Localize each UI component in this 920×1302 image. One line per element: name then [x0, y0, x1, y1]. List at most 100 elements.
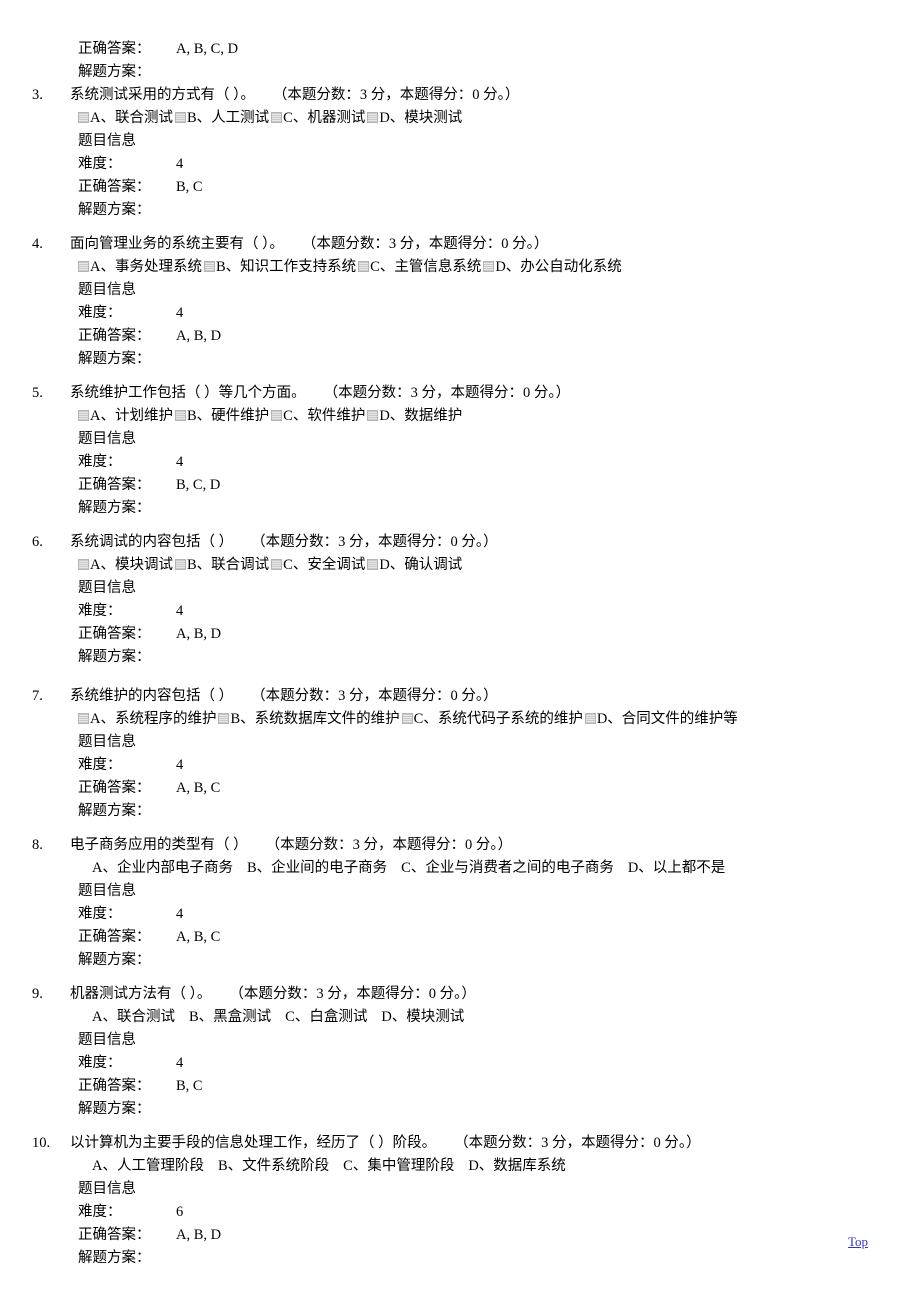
option-item[interactable]: D、合同文件的维护等: [584, 708, 738, 731]
option-item[interactable]: A、模块调试: [78, 554, 173, 577]
option-item[interactable]: D、模块测试: [381, 1006, 464, 1029]
option-item[interactable]: B、知识工作支持系统: [203, 256, 356, 279]
option-item[interactable]: B、人工测试: [174, 107, 269, 130]
checkbox-icon[interactable]: [367, 410, 379, 421]
difficulty-row: 难度： 4: [0, 451, 920, 474]
option-item[interactable]: C、安全调试: [271, 554, 365, 577]
option-label: B、联合调试: [186, 557, 270, 573]
option-item[interactable]: B、黑盒测试: [189, 1006, 271, 1029]
option-label: A、模块调试: [90, 557, 173, 573]
question-block: 7. 系统维护的内容包括（ ） （本题分数：3 分，本题得分：0 分。） A、系统程序…: [0, 685, 920, 834]
checkbox-icon[interactable]: [78, 112, 89, 123]
question-info-title: 题目信息: [78, 431, 136, 447]
checkbox-icon[interactable]: [271, 112, 283, 123]
correct-answer-row: 正确答案： A, B, D: [0, 325, 920, 348]
option-item[interactable]: A、企业内部电子商务: [92, 857, 233, 880]
option-item[interactable]: C、机器测试: [271, 107, 365, 130]
question-options: A、系统程序的维护 B、系统数据库文件的维护 C、系统代码子系统的维护 D、合同文件的…: [0, 708, 920, 731]
option-item[interactable]: D、数据库系统: [468, 1155, 565, 1178]
option-item[interactable]: C、主管信息系统: [358, 256, 481, 279]
checkbox-icon[interactable]: [203, 261, 215, 272]
option-item[interactable]: A、人工管理阶段: [92, 1155, 204, 1178]
orphan-answer-block: 正确答案： A, B, C, D 解题方案：: [0, 0, 920, 84]
option-item[interactable]: D、模块测试: [367, 107, 462, 130]
checkbox-icon[interactable]: [401, 713, 413, 724]
correct-answer-value: A, B, D: [176, 328, 222, 344]
difficulty-row: 难度： 6: [0, 1201, 920, 1224]
option-item[interactable]: C、企业与消费者之间的电子商务: [401, 857, 614, 880]
checkbox-icon[interactable]: [174, 112, 186, 123]
option-item[interactable]: A、联合测试: [92, 1006, 175, 1029]
difficulty-value: 4: [176, 156, 184, 172]
option-item[interactable]: C、系统代码子系统的维护: [401, 708, 583, 731]
question-head: 10. 以计算机为主要手段的信息处理工作，经历了（ ）阶段。 （本题分数：3 分，本…: [0, 1132, 920, 1155]
solution-label: 解题方案：: [78, 1101, 151, 1117]
checkbox-icon[interactable]: [78, 410, 89, 421]
checkbox-icon[interactable]: [271, 559, 283, 570]
question-number: 6.: [32, 534, 43, 550]
checkbox-icon[interactable]: [174, 410, 186, 421]
checkbox-icon[interactable]: [271, 410, 283, 421]
option-item[interactable]: A、联合测试: [78, 107, 173, 130]
difficulty-label: 难度：: [78, 906, 122, 922]
option-item[interactable]: A、系统程序的维护: [78, 708, 216, 731]
checkbox-icon[interactable]: [174, 559, 186, 570]
question-info-title: 题目信息: [78, 580, 136, 596]
option-item[interactable]: B、文件系统阶段: [218, 1155, 329, 1178]
option-item[interactable]: D、数据维护: [367, 405, 462, 428]
option-label: B、硬件维护: [186, 408, 270, 424]
option-label: C、机器测试: [283, 110, 366, 126]
question-options: A、企业内部电子商务 B、企业间的电子商务 C、企业与消费者之间的电子商务 D、以上都…: [0, 857, 920, 880]
option-item[interactable]: D、办公自动化系统: [483, 256, 622, 279]
difficulty-label: 难度：: [78, 305, 122, 321]
solution-label: 解题方案：: [78, 500, 151, 516]
option-item[interactable]: B、系统数据库文件的维护: [218, 708, 400, 731]
solution-label: 解题方案：: [78, 1250, 151, 1266]
question-options: A、模块调试 B、联合调试 C、安全调试 D、确认调试: [0, 554, 920, 577]
orphan-correct-answer-row: 正确答案： A, B, C, D: [0, 38, 920, 61]
question-number: 8.: [32, 837, 43, 853]
option-item[interactable]: C、集中管理阶段: [343, 1155, 454, 1178]
question-options: A、联合测试 B、黑盒测试 C、白盒测试 D、模块测试: [0, 1006, 920, 1029]
checkbox-icon[interactable]: [78, 713, 89, 724]
option-item[interactable]: B、硬件维护: [174, 405, 270, 428]
option-item[interactable]: C、白盒测试: [285, 1006, 367, 1029]
difficulty-row: 难度： 4: [0, 153, 920, 176]
correct-answer-row: 正确答案： B, C, D: [0, 474, 920, 497]
option-item[interactable]: A、计划维护: [78, 405, 173, 428]
option-label: B、文件系统阶段: [217, 1158, 330, 1174]
question-head: 7. 系统维护的内容包括（ ） （本题分数：3 分，本题得分：0 分。）: [0, 685, 920, 708]
solution-label: 解题方案：: [78, 952, 151, 968]
option-item[interactable]: B、企业间的电子商务: [247, 857, 387, 880]
question-number: 10.: [32, 1135, 51, 1151]
checkbox-icon[interactable]: [78, 559, 89, 570]
difficulty-label: 难度：: [78, 757, 122, 773]
checkbox-icon[interactable]: [78, 261, 89, 272]
back-to-top-link[interactable]: Top: [848, 1234, 868, 1249]
option-item[interactable]: D、确认调试: [367, 554, 462, 577]
question-score: （本题分数：3 分，本题得分：0 分。）: [323, 385, 571, 401]
question-number: 5.: [32, 385, 43, 401]
option-label: B、企业间的电子商务: [246, 860, 388, 876]
question-score: （本题分数：3 分，本题得分：0 分。）: [301, 236, 549, 252]
option-item[interactable]: C、软件维护: [271, 405, 365, 428]
question-text: 以计算机为主要手段的信息处理工作，经历了（ ）阶段。: [70, 1135, 437, 1151]
checkbox-icon[interactable]: [218, 713, 230, 724]
difficulty-label: 难度：: [78, 1055, 122, 1071]
checkbox-icon[interactable]: [358, 261, 370, 272]
checkbox-icon[interactable]: [483, 261, 495, 272]
option-item[interactable]: A、事务处理系统: [78, 256, 202, 279]
correct-answer-label: 正确答案：: [78, 780, 151, 796]
question-number: 9.: [32, 986, 43, 1002]
checkbox-icon[interactable]: [584, 713, 596, 724]
checkbox-icon[interactable]: [367, 559, 379, 570]
option-item[interactable]: B、联合调试: [174, 554, 270, 577]
question-head: 9. 机器测试方法有（ ）。 （本题分数：3 分，本题得分：0 分。）: [0, 983, 920, 1006]
correct-answer-value: A, B, D: [176, 626, 222, 642]
correct-answer-row: 正确答案： B, C: [0, 176, 920, 199]
checkbox-icon[interactable]: [367, 112, 379, 123]
option-item[interactable]: D、以上都不是: [628, 857, 725, 880]
option-label: D、办公自动化系统: [495, 259, 622, 275]
